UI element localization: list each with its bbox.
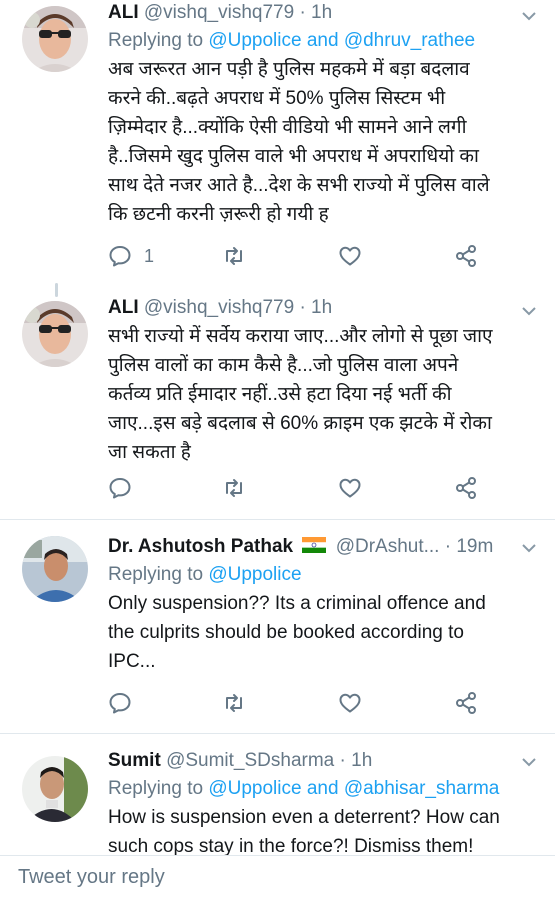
tweet-text-line: जा सकता है [108,442,191,463]
separator: · [299,297,306,318]
tweet-text-line: the culprits should be booked according … [108,622,464,643]
like-icon [339,478,361,498]
replying-to: Replying to @Uppolice [108,561,533,588]
reply-icon [109,246,131,267]
user-handle[interactable]: @vishq_vishq779 [144,2,294,23]
retweet-button[interactable] [222,473,246,503]
tweet-text-line: How is suspension even a deterrent? How … [108,807,500,828]
replying-to: Replying to @Uppolice and @abhisar_sharm… [108,775,533,802]
timestamp[interactable]: 1h [351,750,372,771]
tweet-actions [108,473,508,503]
like-button[interactable] [338,473,362,503]
retweet-icon [226,479,242,497]
like-icon [339,693,361,713]
tweet-header: ALI @vishq_vishq779 · 1h [108,295,533,321]
replying-to-link[interactable]: @Uppolice [208,564,301,585]
timestamp[interactable]: 1h [311,297,332,318]
tweet-3[interactable]: Dr. Ashutosh Pathak @DrAshut... · 19m Re… [0,520,555,734]
tweet-text: How is suspension even a deterrent? How … [108,803,533,855]
reply-icon [109,478,131,499]
reply-button[interactable] [108,473,132,503]
user-handle[interactable]: @Sumit_SDsharma [166,750,334,771]
chevron-down-icon[interactable] [521,754,537,770]
retweet-button[interactable] [222,688,246,718]
avatar[interactable] [22,6,88,72]
tweet-header: ALI @vishq_vishq779 · 1h [108,0,533,26]
tweet-actions [108,688,508,718]
tweet-text-line: जाए...इस बड़े बदलाब से 60% क्राइम एक झटक… [108,413,492,434]
replying-prefix: Replying to [108,778,204,799]
reply-input-placeholder[interactable]: Tweet your reply [18,866,165,889]
replying-to-link[interactable]: @Uppolice and @dhruv_rathee [208,30,475,51]
like-icon [339,246,361,266]
reply-count: 1 [144,245,155,266]
like-button[interactable] [338,241,362,271]
display-name[interactable]: Sumit [108,750,161,771]
tweet-text-line: ज़िम्मेदार है...क्योंकि ऐसी वीडियो भी सा… [108,117,467,138]
avatar[interactable] [22,756,88,822]
tweet-text: सभी राज्यो में सर्वेय कराया जाए...और लोग… [108,322,533,467]
reply-icon [109,693,131,714]
tweet-2[interactable]: ALI @vishq_vishq779 · 1h सभी राज्यो में … [0,283,555,520]
tweet-text-line: कि छटनी करनी ज़रूरी हो गयी ह [108,204,329,225]
retweet-icon [226,694,242,712]
share-button[interactable] [454,688,478,718]
tweet-text-line: अब जरूरत आन पड़ी है पुलिस महकमे में बड़ा… [108,59,470,80]
chevron-down-icon[interactable] [521,540,537,556]
tweet-actions: 1 [108,241,508,271]
share-button[interactable] [454,473,478,503]
tweet-feed: ALI @vishq_vishq779 · 1h Replying to @Up… [0,0,555,855]
display-name[interactable]: ALI [108,2,139,23]
retweet-icon [226,247,242,265]
tweet-text-line: such cops stay in the force?! Dismiss th… [108,836,474,855]
timestamp[interactable]: 19m [456,536,493,557]
avatar[interactable] [22,536,88,602]
like-button[interactable] [338,688,362,718]
tweet-text: Only suspension?? Its a criminal offence… [108,589,533,676]
tweet-4[interactable]: Sumit @Sumit_SDsharma · 1h Replying to @… [0,734,555,855]
tweet-text-line: है..जिसमे खुद पुलिस वाले भी अपराध में अप… [108,146,479,167]
replying-to-link[interactable]: @Uppolice and @abhisar_sharma [208,778,499,799]
share-icon [456,245,476,267]
tweet-text: अब जरूरत आन पड़ी है पुलिस महकमे में बड़ा… [108,55,533,229]
tweet-text-line: करने की..बढ़ते अपराध में 50% पुलिस सिस्ट… [108,88,446,109]
display-name[interactable]: ALI [108,297,139,318]
tweet-header: Sumit @Sumit_SDsharma · 1h [108,748,533,774]
separator: · [299,2,306,23]
tweet-text-line: IPC... [108,651,156,672]
separator: · [444,536,452,557]
user-handle[interactable]: @vishq_vishq779 [144,297,294,318]
reply-composer[interactable]: Tweet your reply [0,855,555,900]
reply-button[interactable] [108,688,132,718]
chevron-down-icon[interactable] [521,8,537,24]
share-icon [456,692,476,714]
tweet-text-line: सभी राज्यो में सर्वेय कराया जाए...और लोग… [108,326,493,347]
tweet-text-line: Only suspension?? Its a criminal offence… [108,593,486,614]
tweet-text-line: साथ देते नजर आते है...देश के सभी राज्यो … [108,175,490,196]
tweet-text-line: कर्तव्य प्रति ईमादार नहीं..उसे हटा दिया … [108,384,452,405]
tweet-1[interactable]: ALI @vishq_vishq779 · 1h Replying to @Up… [0,0,555,283]
replying-prefix: Replying to [108,30,204,51]
replying-to: Replying to @Uppolice and @dhruv_rathee [108,27,533,54]
user-handle[interactable]: @DrAshut... [336,536,440,557]
separator: · [339,750,346,771]
tweet-header: Dr. Ashutosh Pathak @DrAshut... · 19m [108,534,533,560]
retweet-button[interactable] [222,241,246,271]
timestamp[interactable]: 1h [311,2,332,23]
replying-prefix: Replying to [108,564,204,585]
share-icon [456,477,476,499]
india-flag-icon [302,537,327,553]
share-button[interactable] [454,241,478,271]
avatar[interactable] [22,301,88,367]
chevron-down-icon[interactable] [521,303,537,319]
display-name[interactable]: Dr. Ashutosh Pathak [108,536,293,557]
tweet-text-line: पुलिस वालों का काम कैसे है...जो पुलिस वा… [108,355,459,376]
reply-button[interactable]: 1 [108,241,154,271]
